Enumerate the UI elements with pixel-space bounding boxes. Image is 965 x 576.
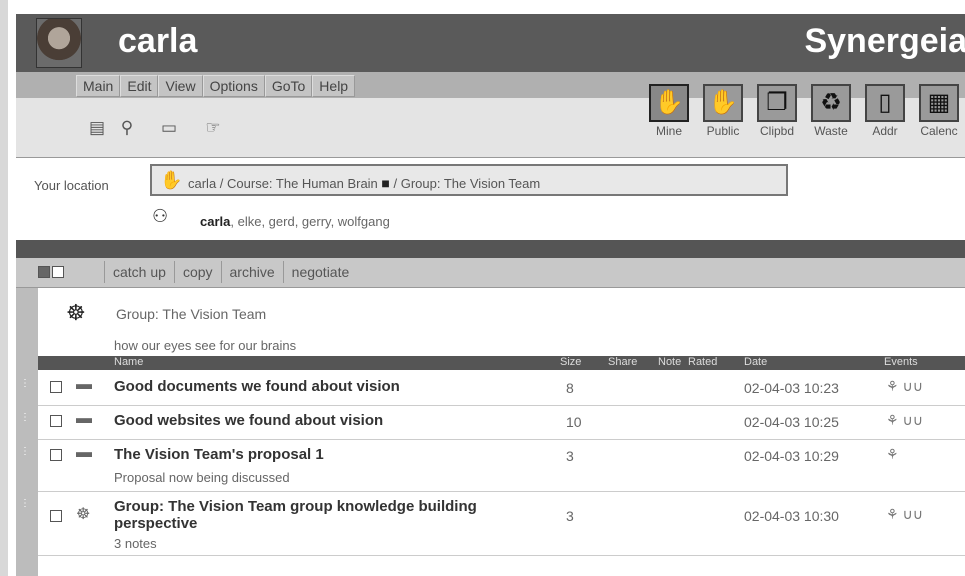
row-size: 8 xyxy=(566,380,574,396)
info-icon[interactable]: ▤ xyxy=(86,118,108,138)
row-name[interactable]: Good websites we found about vision xyxy=(114,412,504,429)
catch-up-button[interactable]: catch up xyxy=(104,261,174,283)
row-events-icon[interactable]: ⚘ ∪∪ xyxy=(886,378,923,395)
menu-options[interactable]: Options xyxy=(202,75,265,97)
row-events-icon[interactable]: ⚘ ∪∪ xyxy=(886,506,923,523)
action-bar: catch up copy archive negotiate xyxy=(16,258,965,288)
perspective-icon: ☸ xyxy=(76,506,91,523)
row-checkbox[interactable] xyxy=(50,449,62,461)
table-row[interactable]: ⋮ ☸ Group: The Vision Team group knowled… xyxy=(20,494,965,556)
member-others: , elke, gerd, gerry, wolfgang xyxy=(230,214,390,229)
header-events[interactable]: Events xyxy=(884,356,918,368)
clipboard-icon: ❐ xyxy=(757,84,797,122)
select-all-checkbox[interactable] xyxy=(38,266,50,278)
user-avatar xyxy=(36,18,82,68)
row-name[interactable]: The Vision Team's proposal 1 xyxy=(114,446,504,463)
place-clipboard[interactable]: ❐ Clipbd xyxy=(752,84,802,156)
menu-goto[interactable]: GoTo xyxy=(264,75,313,97)
table-row[interactable]: ⋮ ▬ Good documents we found about vision… xyxy=(20,374,965,406)
member-current: carla xyxy=(200,214,231,229)
drag-handle-icon[interactable]: ⋮ xyxy=(20,446,30,457)
content-area: ☸ Group: The Vision Team how our eyes se… xyxy=(16,288,965,576)
copy-button[interactable]: copy xyxy=(173,261,221,283)
location-label: Your location xyxy=(34,178,109,193)
search-icon[interactable]: ⚲ xyxy=(116,118,138,138)
toolbar: ▤ ⚲ ▭ ☞ ✋ Mine ✋ Public ❐ Clipbd ♻ Waste… xyxy=(16,84,965,158)
hand-icon: ✋ xyxy=(160,170,183,190)
archive-button[interactable]: archive xyxy=(220,261,283,283)
hand-icon: ✋ xyxy=(649,84,689,122)
header: carla Synergeia xyxy=(16,14,965,72)
username: carla xyxy=(118,22,198,60)
table-row[interactable]: ⋮ ▬ Good websites we found about vision … xyxy=(20,408,965,440)
row-date: 02-04-03 10:29 xyxy=(744,448,839,464)
header-date[interactable]: Date xyxy=(744,356,767,368)
row-events-icon[interactable]: ⚘ ∪∪ xyxy=(886,412,923,429)
folder-icon: ▬ xyxy=(76,410,92,427)
brand-title: Synergeia xyxy=(804,22,965,60)
drag-handle-icon[interactable]: ⋮ xyxy=(20,498,30,509)
address-book-icon: ▯ xyxy=(865,84,905,122)
row-events-icon[interactable]: ⚘ xyxy=(886,446,899,463)
menu-main[interactable]: Main xyxy=(76,75,121,97)
location-breadcrumb: ✋ carla / Course: The Human Brain ■ / Gr… xyxy=(150,164,788,196)
group-members: carla, elke, gerd, gerry, wolfgang xyxy=(200,214,390,229)
places-bar: ✋ Mine ✋ Public ❐ Clipbd ♻ Waste ▯ Addr … xyxy=(644,84,965,156)
hand-icon[interactable]: ☞ xyxy=(202,118,224,138)
row-name[interactable]: Group: The Vision Team group knowledge b… xyxy=(114,498,504,532)
row-date: 02-04-03 10:30 xyxy=(744,508,839,524)
wastebasket-icon: ♻ xyxy=(811,84,851,122)
group-title: Group: The Vision Team xyxy=(116,306,267,322)
row-note: 3 notes xyxy=(114,536,157,551)
folder-icon: ▬ xyxy=(76,444,92,461)
folder-icon: ▬ xyxy=(76,376,92,393)
row-note: Proposal now being discussed xyxy=(114,470,290,485)
row-name[interactable]: Good documents we found about vision xyxy=(114,378,504,395)
drag-handle-icon[interactable]: ⋮ xyxy=(20,378,30,389)
negotiate-button[interactable]: negotiate xyxy=(282,261,358,283)
left-gutter xyxy=(16,288,38,576)
row-checkbox[interactable] xyxy=(50,415,62,427)
header-name[interactable]: Name xyxy=(114,356,143,368)
location-panel: Your location ✋ carla / Course: The Huma… xyxy=(16,158,965,240)
group-icon: ☸ xyxy=(66,300,86,325)
folder-icon[interactable]: ▭ xyxy=(158,118,180,138)
calendar-icon: ▦ xyxy=(919,84,959,122)
place-waste[interactable]: ♻ Waste xyxy=(806,84,856,156)
row-size: 3 xyxy=(566,448,574,464)
row-date: 02-04-03 10:23 xyxy=(744,380,839,396)
app-frame: carla Synergeia Main Edit View Options G… xyxy=(0,0,965,576)
book-icon: ■ xyxy=(381,175,390,191)
place-mine[interactable]: ✋ Mine xyxy=(644,84,694,156)
header-note[interactable]: Note xyxy=(658,356,681,368)
header-size[interactable]: Size xyxy=(560,356,581,368)
table-row[interactable]: ⋮ ▬ The Vision Team's proposal 1 Proposa… xyxy=(20,442,965,492)
breadcrumb-group[interactable]: / Group: The Vision Team xyxy=(394,176,541,191)
menu-help[interactable]: Help xyxy=(312,75,356,97)
place-address[interactable]: ▯ Addr xyxy=(860,84,910,156)
menu-view[interactable]: View xyxy=(158,75,203,97)
row-checkbox[interactable] xyxy=(50,510,62,522)
place-calendar[interactable]: ▦ Calenc xyxy=(914,84,964,156)
divider-bar xyxy=(16,240,965,258)
header-share[interactable]: Share xyxy=(608,356,637,368)
row-size: 3 xyxy=(566,508,574,524)
group-subtitle: how our eyes see for our brains xyxy=(114,338,297,353)
menu-edit[interactable]: Edit xyxy=(120,75,159,97)
table-header: Name Size Share Note Rated Date Events N xyxy=(38,356,965,370)
hand-icon: ✋ xyxy=(703,84,743,122)
header-rated[interactable]: Rated xyxy=(688,356,717,368)
members-icon: ⚇ xyxy=(152,206,169,226)
place-public[interactable]: ✋ Public xyxy=(698,84,748,156)
select-none-checkbox[interactable] xyxy=(52,266,64,278)
drag-handle-icon[interactable]: ⋮ xyxy=(20,412,30,423)
row-checkbox[interactable] xyxy=(50,381,62,393)
breadcrumb-course[interactable]: carla / Course: The Human Brain xyxy=(188,176,378,191)
row-date: 02-04-03 10:25 xyxy=(744,414,839,430)
row-size: 10 xyxy=(566,414,582,430)
